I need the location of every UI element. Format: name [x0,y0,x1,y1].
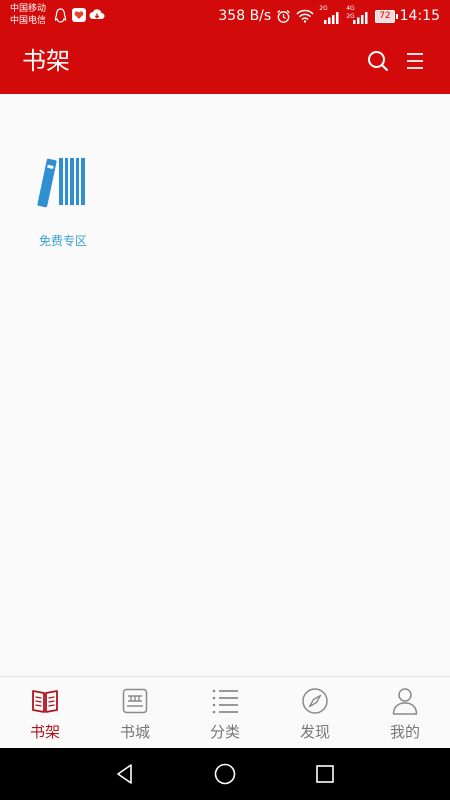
tab-label: 书城 [119,723,150,741]
wifi-icon [296,9,314,23]
network-speed: 358 B/s [218,8,272,24]
carrier-info: 中国移动 中国电信 [10,3,46,27]
app-bar: 书架 [0,32,450,94]
status-bar: 中国移动 中国电信 358 B/s 2G 4G 2G 72 14:15 [0,0,450,32]
signal-2: 4G 2G [346,5,370,24]
tab-mine[interactable]: 我的 [360,677,450,748]
tab-category[interactable]: 分类 [180,677,270,748]
status-right: 358 B/s 2G 4G 2G 72 14:15 [218,5,440,26]
shelf-item-free-zone[interactable]: 免费专区 [28,152,98,252]
tab-label: 我的 [389,723,420,741]
tab-bookshelf[interactable]: 书架 [0,677,90,748]
clock: 14:15 [399,8,440,24]
bookstore-icon [122,688,148,714]
signal-1: 2G [319,5,341,24]
bookshelf-area: 免费专区 [0,94,450,676]
tab-discover[interactable]: 发现 [270,677,360,748]
cloud-download-icon [89,9,105,19]
open-book-icon [32,690,58,713]
battery-indicator: 72 [375,9,399,23]
app-notification-icon [72,8,86,22]
signal-bars-1-icon [324,12,339,24]
recents-button[interactable] [311,760,339,788]
recents-square-icon [316,765,334,783]
list-icon [212,689,238,714]
qq-notification-icon [54,8,67,23]
shelf-item-label: 免费专区 [38,234,87,248]
bottom-navigation: 书架 书城 分类 发现 我的 [0,676,450,748]
search-button[interactable] [365,48,391,74]
tab-bookstore[interactable]: 书城 [90,677,180,748]
tab-label: 发现 [299,723,330,741]
menu-icon [407,53,423,69]
alarm-icon [277,9,291,23]
back-triangle-icon [117,764,132,784]
system-navigation-bar [0,748,450,800]
search-icon [368,51,389,72]
menu-button[interactable] [402,48,428,74]
carrier-2: 中国电信 [10,16,47,26]
compass-icon [302,688,328,714]
home-circle-icon [214,763,236,785]
user-icon [392,688,418,715]
tab-label: 书架 [29,723,60,741]
bookshelf-books-icon [37,158,85,208]
page-title: 书架 [22,47,70,75]
tab-label: 分类 [209,723,240,741]
back-button[interactable] [111,760,139,788]
signal-bars-2-icon [353,12,368,24]
carrier-1: 中国移动 [10,4,47,14]
home-button[interactable] [211,760,239,788]
